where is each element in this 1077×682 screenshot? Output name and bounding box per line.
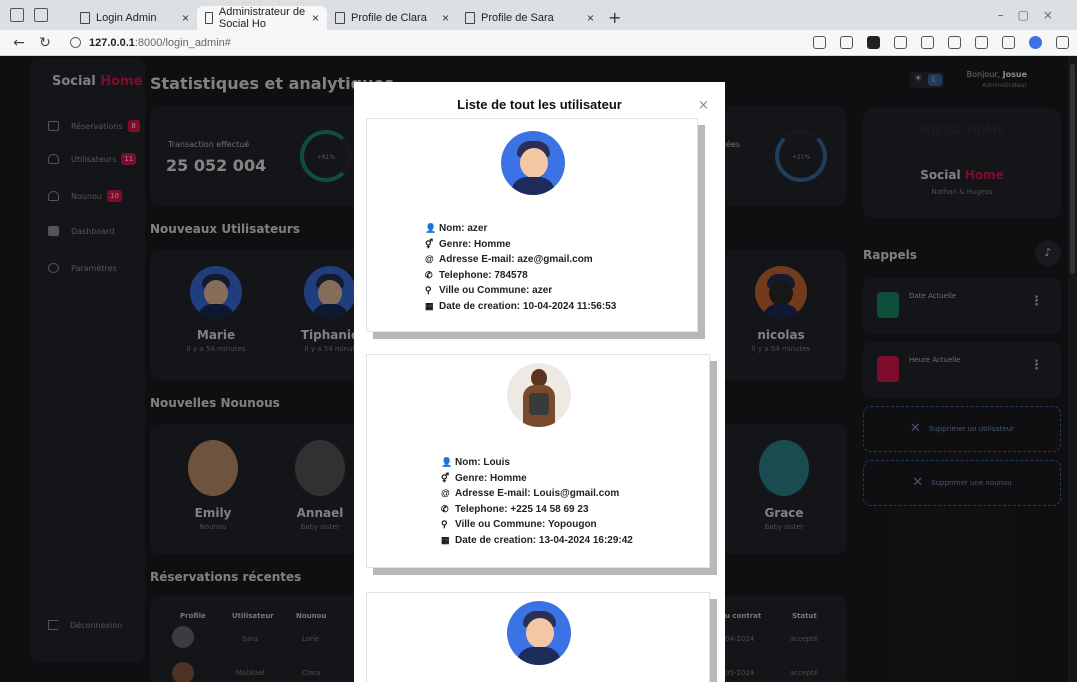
location-icon: ⚲ (441, 519, 448, 529)
url-host: 127.0.0.1 (89, 36, 135, 49)
calendar-icon: ▦ (441, 534, 450, 545)
user-email: Adresse E-mail: Louis@gmail.com (455, 488, 620, 499)
site-info-icon[interactable] (70, 37, 81, 48)
user-email: Adresse E-mail: aze@gmail.com (439, 254, 593, 265)
tab-close-icon[interactable]: × (442, 11, 449, 25)
user-created-date: Date de creation: 10-04-2024 11:56:53 (439, 300, 617, 312)
gender-icon: ⚥ (441, 472, 450, 483)
tab-profile-clara[interactable]: Profile de Clara × (327, 6, 457, 30)
tab-close-icon[interactable]: × (587, 11, 594, 25)
tab-title: Login Admin (96, 12, 157, 24)
at-icon: @ (441, 488, 450, 498)
back-icon[interactable]: ← (12, 35, 26, 51)
page-icon (205, 12, 213, 24)
collections-icon[interactable] (948, 36, 961, 49)
avatar (507, 601, 571, 665)
tab-profile-sara[interactable]: Profile de Sara × (457, 6, 602, 30)
close-icon[interactable]: × (698, 98, 709, 113)
user-phone: Telephone: 784578 (439, 269, 528, 281)
extension-icon[interactable] (867, 36, 880, 49)
tab-administrateur[interactable]: Administrateur de Social Ho × (197, 6, 327, 30)
users-list-modal: Liste de tout les utilisateur × 👤 Nom: az… (354, 82, 725, 682)
user-city: Ville ou Commune: azer (439, 285, 553, 296)
url-field[interactable]: 127.0.0.1 :8000/login_admin# (70, 33, 630, 53)
favorite-star-icon[interactable] (840, 36, 853, 49)
favorites-icon[interactable] (921, 36, 934, 49)
browser-toolbar-icons (813, 36, 1069, 49)
user-name: Nom: Louis (455, 457, 510, 468)
page-icon (80, 12, 90, 24)
browser-tab-bar: Login Admin × Administrateur de Social H… (0, 0, 1077, 30)
modal-title: Liste de tout les utilisateur (457, 97, 622, 112)
workspaces-icon[interactable] (10, 8, 24, 22)
tab-close-icon[interactable]: × (182, 11, 189, 25)
more-options-icon[interactable] (1056, 36, 1069, 49)
tab-actions-icon[interactable] (34, 8, 48, 22)
user-created-date: Date de creation: 13-04-2024 16:29:42 (455, 534, 633, 546)
location-icon: ⚲ (425, 285, 432, 295)
browser-essentials-icon[interactable] (1002, 36, 1015, 49)
phone-icon: ✆ (425, 269, 433, 280)
window-controls[interactable]: –▢× (998, 8, 1067, 22)
page-icon (335, 12, 345, 24)
tab-title: Profile de Clara (351, 12, 427, 24)
phone-icon: ✆ (441, 503, 449, 514)
avatar (507, 363, 571, 427)
user-card[interactable]: 👤 Nom: azer ⚥ Genre: Homme @ Adresse E-mail… (366, 118, 698, 332)
new-tab-button[interactable]: + (608, 8, 621, 27)
user-gender: Genre: Homme (439, 238, 511, 250)
url-path: :8000/login_admin# (134, 36, 231, 49)
admin-app: Social Home Réservations 8 Utilisateurs … (0, 56, 1077, 682)
page-icon (465, 12, 475, 24)
gender-icon: ⚥ (425, 238, 434, 249)
downloads-icon[interactable] (975, 36, 988, 49)
address-bar: ← ↻ 127.0.0.1 :8000/login_admin# (0, 30, 1077, 56)
tab-title: Profile de Sara (481, 12, 554, 24)
avatar (501, 131, 565, 195)
zoom-icon[interactable] (813, 36, 826, 49)
tab-title: Administrateur de Social Ho (218, 6, 306, 30)
tab-login-admin[interactable]: Login Admin × (72, 6, 197, 30)
calendar-icon: ▦ (425, 300, 434, 311)
user-name: Nom: azer (439, 223, 488, 234)
at-icon: @ (425, 254, 434, 264)
user-phone: Telephone: +225 14 58 69 23 (455, 503, 589, 515)
profile-icon[interactable] (1029, 36, 1042, 49)
user-details: 👤 Nom: Louis ⚥ Genre: Homme @ Adresse E-mai… (441, 455, 633, 548)
tab-close-icon[interactable]: × (312, 11, 319, 25)
user-icon: 👤 (441, 457, 453, 467)
user-gender: Genre: Homme (455, 472, 527, 484)
user-city: Ville ou Commune: Yopougon (455, 519, 597, 530)
split-screen-icon[interactable] (894, 36, 907, 49)
user-card[interactable]: 👤 Nom: Louis ⚥ Genre: Homme @ Adresse E-mai… (366, 354, 710, 568)
user-details: 👤 Nom: azer ⚥ Genre: Homme @ Adresse E-mail… (425, 221, 616, 314)
user-card[interactable] (366, 592, 710, 682)
user-icon: 👤 (425, 223, 437, 233)
reload-icon[interactable]: ↻ (38, 35, 52, 51)
